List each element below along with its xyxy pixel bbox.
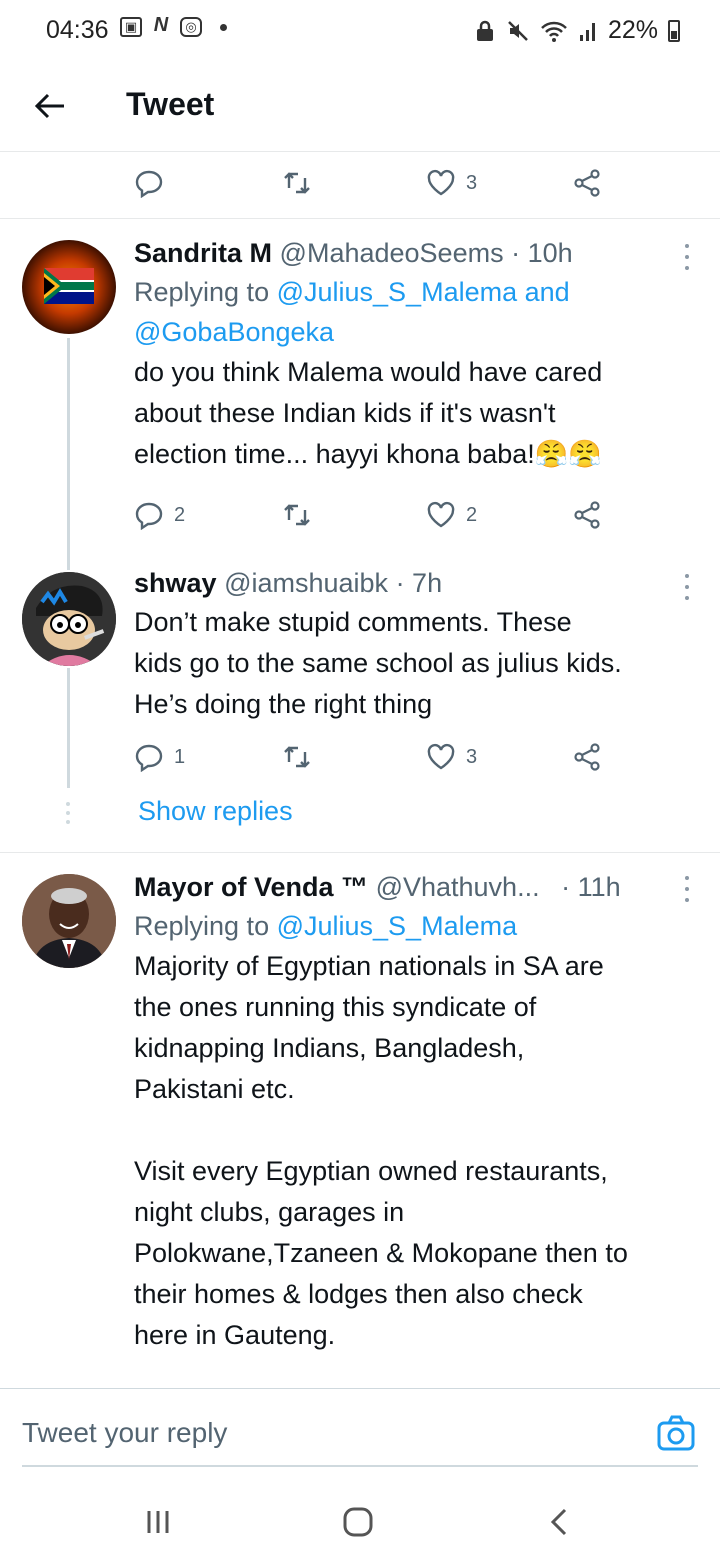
show-replies-link[interactable]: Show replies <box>138 796 293 827</box>
reply-icon <box>135 502 163 530</box>
like-count: 2 <box>466 503 478 526</box>
status-time: 04:36 <box>46 16 109 44</box>
share-button[interactable] <box>572 500 602 530</box>
system-icons: 22% <box>474 16 680 45</box>
tweet-header: shway @iamshuaibk · 7h <box>134 564 694 602</box>
retweet-button[interactable] <box>282 500 312 530</box>
tweet-time: · 11h <box>561 872 621 902</box>
divider <box>0 218 720 219</box>
instagram-icon: ◎ <box>180 17 202 37</box>
like-button[interactable]: 3 <box>426 742 477 772</box>
recent-apps-icon[interactable] <box>138 1502 178 1542</box>
share-button[interactable] <box>572 742 602 772</box>
thread-line <box>67 668 70 788</box>
share-icon <box>574 743 600 771</box>
display-name[interactable]: shway <box>134 568 217 598</box>
tweet-text: Majority of Egyptian nationals in SA are… <box>134 951 628 1350</box>
mention-link[interactable]: @Julius_S_Malema <box>277 911 518 941</box>
wifi-icon <box>541 21 567 42</box>
user-handle[interactable]: @iamshuaibk <box>224 568 388 598</box>
display-name[interactable]: Sandrita M <box>134 238 272 268</box>
user-handle[interactable]: @Vhathuvh... <box>376 872 540 902</box>
avatar[interactable] <box>22 240 116 334</box>
person-avatar-icon <box>22 874 116 968</box>
south-africa-flag-icon <box>44 268 94 304</box>
reply-count: 2 <box>174 503 186 526</box>
image-icon: ▣ <box>120 17 142 37</box>
display-name[interactable]: Mayor of Venda ™ <box>134 872 368 902</box>
lock-icon <box>476 20 493 41</box>
tweet-time: · 10h <box>511 238 573 268</box>
app-header: Tweet <box>0 60 720 152</box>
system-nav-bar <box>0 1484 720 1560</box>
more-options-icon[interactable] <box>684 876 690 902</box>
like-button[interactable]: 2 <box>426 500 477 530</box>
retweet-button[interactable] <box>282 742 312 772</box>
retweet-icon <box>284 504 310 526</box>
thread-dots <box>66 802 70 824</box>
dot-icon <box>220 23 227 31</box>
heart-icon <box>427 743 455 770</box>
back-arrow-icon[interactable] <box>30 86 70 126</box>
status-bar: 04:36 ▣ N ◎ 22% <box>0 0 720 60</box>
heart-icon <box>427 501 455 528</box>
replying-prefix: Replying to <box>134 911 277 941</box>
replying-to: Replying to @Julius_S_Malema <box>134 906 694 946</box>
tweet-header: Sandrita M @MahadeoSeems · 10h <box>134 234 694 272</box>
back-nav-icon[interactable] <box>540 1502 580 1542</box>
thread-line <box>67 338 70 570</box>
divider <box>0 852 720 853</box>
tweet-actions: 2 2 <box>134 500 634 540</box>
top-tweet-actions: 3 <box>134 168 634 208</box>
battery-percent: 22% <box>607 16 658 44</box>
page-title: Tweet <box>126 86 215 122</box>
reply-input[interactable]: Tweet your reply <box>22 1417 227 1449</box>
cartoon-avatar-icon <box>22 572 116 666</box>
reply-count: 1 <box>174 745 186 768</box>
tweet-text: Don’t make stupid comments. These kids g… <box>134 607 622 719</box>
mention-link[interactable]: @Julius_S_Malema <box>277 277 518 307</box>
share-icon <box>574 501 600 529</box>
more-options-icon[interactable] <box>684 574 690 600</box>
tweet-text: do you think Malema would have cared abo… <box>134 357 603 469</box>
replying-to: Replying to @Julius_S_Malema and @GobaBo… <box>134 272 694 352</box>
retweet-button[interactable] <box>282 168 312 198</box>
more-options-icon[interactable] <box>684 244 690 270</box>
user-handle[interactable]: @MahadeoSeems <box>280 238 504 268</box>
like-button[interactable]: 3 <box>426 168 477 198</box>
mention-link[interactable]: @GobaBongeka <box>134 317 334 347</box>
signal-icon <box>579 22 595 41</box>
camera-icon[interactable] <box>656 1413 696 1453</box>
reply-input-underline <box>22 1465 698 1467</box>
mute-icon <box>508 20 528 41</box>
reply-composer: Tweet your reply <box>0 1388 720 1484</box>
tweet-header: Mayor of Venda ™ @Vhathuvh... · 11h <box>134 868 694 906</box>
share-button[interactable] <box>572 168 602 198</box>
avatar[interactable] <box>22 874 116 968</box>
tweet-actions: 1 3 <box>134 742 634 782</box>
like-count: 3 <box>466 745 478 768</box>
notification-icons: ▣ N ◎ <box>120 14 227 37</box>
like-count: 3 <box>466 171 478 194</box>
reply-icon <box>135 744 163 772</box>
retweet-icon <box>284 746 310 768</box>
reply-button[interactable]: 1 <box>134 742 185 772</box>
heart-icon <box>427 169 455 196</box>
n-icon: N <box>153 14 169 36</box>
and-text: and <box>517 277 570 307</box>
home-icon[interactable] <box>338 1502 378 1542</box>
retweet-icon <box>284 172 310 194</box>
share-icon <box>574 169 600 197</box>
reply-button[interactable]: 2 <box>134 500 185 530</box>
reply-button[interactable] <box>134 168 164 198</box>
battery-icon <box>668 19 680 42</box>
avatar[interactable] <box>22 572 116 666</box>
tweet-time: · 7h <box>395 568 443 598</box>
replying-prefix: Replying to <box>134 277 277 307</box>
reply-icon <box>135 170 163 198</box>
